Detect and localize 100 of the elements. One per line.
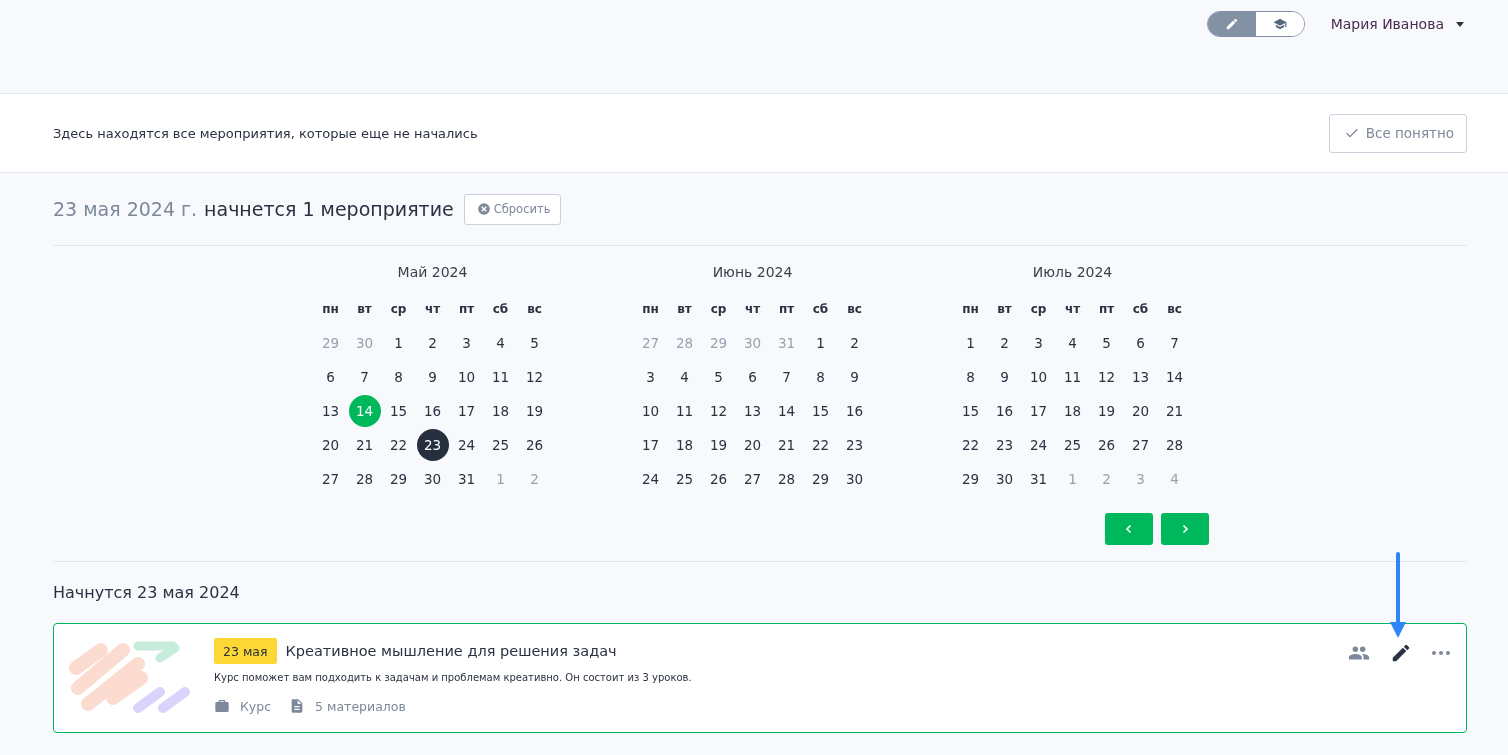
calendar-day[interactable]: 11 [1056, 361, 1089, 393]
calendar-day[interactable]: 16 [988, 395, 1021, 427]
calendar-day[interactable]: 4 [668, 361, 701, 393]
more-button[interactable] [1432, 651, 1450, 655]
calendar-day[interactable]: 19 [1090, 395, 1123, 427]
calendar-day[interactable]: 10 [1022, 361, 1055, 393]
calendar-day[interactable]: 21 [348, 429, 381, 461]
calendar-day[interactable]: 2 [988, 327, 1021, 359]
calendar-day[interactable]: 10 [634, 395, 667, 427]
calendar-day[interactable]: 12 [518, 361, 551, 393]
calendar-day[interactable]: 30 [838, 463, 871, 495]
calendar-day[interactable]: 20 [736, 429, 769, 461]
calendar-day[interactable]: 17 [634, 429, 667, 461]
calendar-day[interactable]: 19 [518, 395, 551, 427]
calendar-day[interactable]: 17 [1022, 395, 1055, 427]
reset-button[interactable]: Сбросить [463, 193, 562, 225]
calendar-day[interactable]: 20 [314, 429, 347, 461]
calendar-day[interactable]: 27 [314, 463, 347, 495]
calendar-day[interactable]: 24 [1022, 429, 1055, 461]
event-card[interactable]: 23 мая Креативное мышление для решения задач Курс поможет вам подходить к задачам и проблемам креативно. Он состоит из 3 уроков. Курс 5 материалов [53, 623, 1467, 733]
calendar-day[interactable]: 8 [382, 361, 415, 393]
calendar-day[interactable]: 7 [1158, 327, 1191, 359]
calendar-day[interactable]: 25 [484, 429, 517, 461]
calendar-day[interactable]: 26 [702, 463, 735, 495]
calendar-day[interactable]: 20 [1124, 395, 1157, 427]
calendar-day[interactable]: 8 [954, 361, 987, 393]
calendar-day[interactable]: 29 [382, 463, 415, 495]
calendar-day[interactable]: 1 [382, 327, 415, 359]
calendar-day[interactable]: 6 [314, 361, 347, 393]
calendar-day[interactable]: 15 [954, 395, 987, 427]
calendar-day[interactable]: 12 [702, 395, 735, 427]
calendar-day[interactable]: 1 [804, 327, 837, 359]
calendar-day[interactable]: 11 [484, 361, 517, 393]
calendar-day[interactable]: 5 [518, 327, 551, 359]
calendar-day[interactable]: 24 [634, 463, 667, 495]
calendar-day[interactable]: 24 [450, 429, 483, 461]
edit-mode-tab[interactable] [1207, 12, 1256, 36]
calendar-day[interactable]: 14 [1158, 361, 1191, 393]
calendar-day[interactable]: 2 [416, 327, 449, 359]
calendar-day[interactable]: 4 [484, 327, 517, 359]
event-title[interactable]: Креативное мышление для решения задач [285, 643, 617, 659]
calendar-day[interactable]: 16 [838, 395, 871, 427]
calendar-day[interactable]: 13 [1124, 361, 1157, 393]
calendar-day[interactable]: 19 [702, 429, 735, 461]
calendar-day[interactable]: 25 [668, 463, 701, 495]
calendar-day[interactable]: 31 [1022, 463, 1055, 495]
calendar-day[interactable]: 21 [770, 429, 803, 461]
calendar-day[interactable]: 1 [954, 327, 987, 359]
edit-button[interactable] [1390, 642, 1412, 664]
calendar-day[interactable]: 27 [736, 463, 769, 495]
calendar-day[interactable]: 17 [450, 395, 483, 427]
calendar-day[interactable]: 3 [450, 327, 483, 359]
calendar-day[interactable]: 25 [1056, 429, 1089, 461]
calendar-day[interactable]: 8 [804, 361, 837, 393]
calendar-day[interactable]: 5 [702, 361, 735, 393]
calendar-day[interactable]: 13 [736, 395, 769, 427]
calendar-day[interactable]: 23 [988, 429, 1021, 461]
calendar-day[interactable]: 26 [1090, 429, 1123, 461]
calendar-day[interactable]: 4 [1056, 327, 1089, 359]
calendar-day[interactable]: 29 [954, 463, 987, 495]
calendar-day[interactable]: 22 [382, 429, 415, 461]
calendar-day[interactable]: 13 [314, 395, 347, 427]
calendar-day[interactable]: 27 [1124, 429, 1157, 461]
calendar-day[interactable]: 31 [450, 463, 483, 495]
calendar-day[interactable]: 6 [736, 361, 769, 393]
calendar-day[interactable]: 26 [518, 429, 551, 461]
calendar-day[interactable]: 9 [988, 361, 1021, 393]
calendar-day[interactable]: 7 [770, 361, 803, 393]
calendar-day[interactable]: 30 [988, 463, 1021, 495]
calendar-day[interactable]: 6 [1124, 327, 1157, 359]
calendar-day[interactable]: 30 [416, 463, 449, 495]
calendar-day[interactable]: 3 [1022, 327, 1055, 359]
calendar-day[interactable]: 9 [416, 361, 449, 393]
calendar-day[interactable]: 10 [450, 361, 483, 393]
learn-mode-tab[interactable] [1255, 12, 1304, 36]
calendar-day[interactable]: 11 [668, 395, 701, 427]
calendar-day[interactable]: 16 [416, 395, 449, 427]
calendar-day[interactable]: 29 [804, 463, 837, 495]
calendar-day[interactable]: 15 [382, 395, 415, 427]
calendar-day[interactable]: 15 [804, 395, 837, 427]
calendar-day[interactable]: 21 [1158, 395, 1191, 427]
calendar-day[interactable]: 2 [838, 327, 871, 359]
calendar-day[interactable]: 18 [484, 395, 517, 427]
calendar-day[interactable]: 23 [416, 429, 449, 461]
calendar-day[interactable]: 28 [1158, 429, 1191, 461]
calendar-day[interactable]: 22 [804, 429, 837, 461]
calendar-day[interactable]: 12 [1090, 361, 1123, 393]
calendar-day[interactable]: 18 [1056, 395, 1089, 427]
calendar-day[interactable]: 3 [634, 361, 667, 393]
calendar-day[interactable]: 23 [838, 429, 871, 461]
calendar-day[interactable]: 28 [770, 463, 803, 495]
calendar-day[interactable]: 7 [348, 361, 381, 393]
user-menu[interactable]: Мария Иванова [1330, 11, 1464, 37]
calendar-day[interactable]: 5 [1090, 327, 1123, 359]
calendar-day[interactable]: 14 [770, 395, 803, 427]
calendar-day[interactable]: 28 [348, 463, 381, 495]
got-it-button[interactable]: Все понятно [1328, 113, 1467, 153]
calendar-day[interactable]: 22 [954, 429, 987, 461]
calendar-day[interactable]: 9 [838, 361, 871, 393]
calendar-day[interactable]: 18 [668, 429, 701, 461]
